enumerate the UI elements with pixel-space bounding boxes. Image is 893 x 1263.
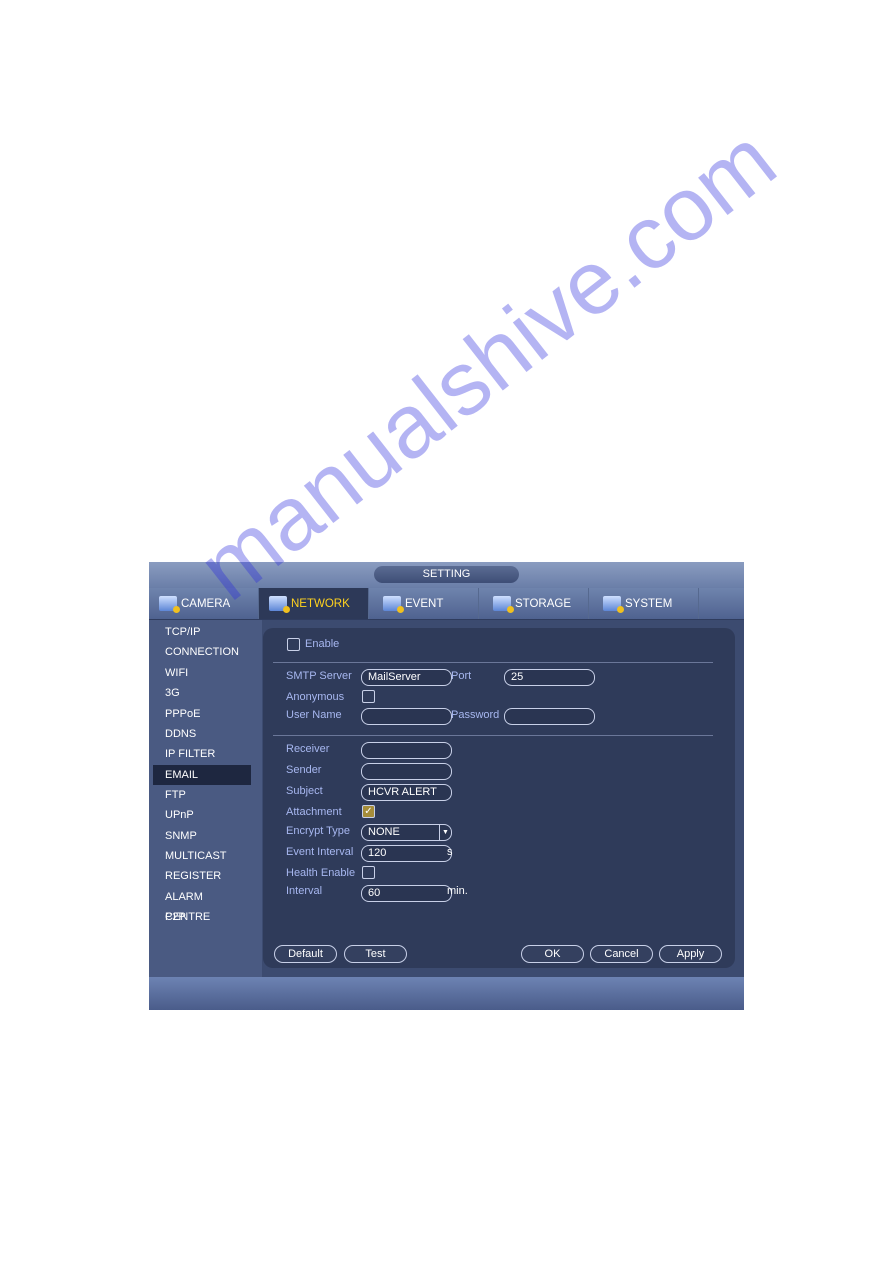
sidebar-item-connection[interactable]: CONNECTION: [153, 642, 251, 662]
checkmark-icon: ✓: [364, 806, 373, 817]
main-tabs: CAMERA NETWORK EVENT STORAGE SYSTEM: [149, 588, 744, 620]
tab-network[interactable]: NETWORK: [259, 588, 369, 619]
sidebar-item-email[interactable]: EMAIL: [153, 765, 251, 785]
setting-window: SETTING CAMERA NETWORK EVENT STORAGE SYS…: [149, 562, 744, 1010]
subject-input[interactable]: HCVR ALERT: [361, 784, 452, 801]
divider: [273, 735, 713, 736]
sidebar-item-pppoe[interactable]: PPPoE: [153, 704, 251, 724]
sidebar-item-register[interactable]: REGISTER: [153, 866, 251, 886]
anonymous-label: Anonymous: [286, 691, 345, 703]
smtp-server-label: SMTP Server: [286, 670, 352, 682]
interval-input[interactable]: 60: [361, 885, 452, 902]
apply-button[interactable]: Apply: [659, 945, 722, 963]
window-title: SETTING: [374, 566, 519, 583]
sidebar-item-multicast[interactable]: MULTICAST: [153, 846, 251, 866]
ok-button[interactable]: OK: [521, 945, 584, 963]
tab-label: SYSTEM: [625, 597, 673, 610]
footer-bar: [149, 977, 744, 1010]
sidebar-item-upnp[interactable]: UPnP: [153, 805, 251, 825]
tab-event[interactable]: EVENT: [369, 588, 479, 619]
event-icon: [383, 596, 404, 613]
sidebar-item-ddns[interactable]: DDNS: [153, 724, 251, 744]
anonymous-checkbox[interactable]: [362, 690, 375, 703]
sidebar-item-tcpip[interactable]: TCP/IP: [153, 622, 251, 642]
interval-unit: min.: [447, 885, 468, 897]
smtp-server-input[interactable]: MailServer: [361, 669, 452, 686]
sender-label: Sender: [286, 764, 322, 776]
system-icon: [603, 596, 624, 613]
tab-label: CAMERA: [181, 597, 231, 610]
receiver-label: Receiver: [286, 743, 330, 755]
health-enable-label: Health Enable: [286, 867, 356, 879]
attachment-label: Attachment: [286, 806, 342, 818]
sidebar-item-ip-filter[interactable]: IP FILTER: [153, 744, 251, 764]
cancel-button[interactable]: Cancel: [590, 945, 653, 963]
password-input[interactable]: [504, 708, 595, 725]
encrypt-type-select[interactable]: NONE ▼: [361, 824, 452, 841]
tab-label: EVENT: [405, 597, 444, 610]
enable-label: Enable: [305, 638, 340, 650]
encrypt-type-value: NONE: [368, 826, 400, 838]
tab-label: STORAGE: [515, 597, 572, 610]
port-input[interactable]: 25: [504, 669, 595, 686]
event-interval-unit: s: [447, 846, 453, 858]
title-bar: SETTING: [149, 562, 744, 588]
sidebar: TCP/IP CONNECTION WIFI 3G PPPoE DDNS IP …: [149, 620, 262, 977]
sidebar-item-3g[interactable]: 3G: [153, 683, 251, 703]
password-label: Password: [451, 709, 500, 721]
enable-checkbox[interactable]: [287, 638, 300, 651]
health-enable-checkbox[interactable]: [362, 866, 375, 879]
sidebar-item-alarm-centre[interactable]: ALARM CENTRE: [153, 887, 251, 923]
event-interval-label: Event Interval: [286, 846, 354, 858]
email-panel: Enable SMTP Server MailServer Port 25 An…: [263, 628, 735, 968]
default-button[interactable]: Default: [274, 945, 337, 963]
tab-system[interactable]: SYSTEM: [589, 588, 699, 619]
sidebar-item-ftp[interactable]: FTP: [153, 785, 251, 805]
user-name-label: User Name: [286, 709, 342, 721]
test-button[interactable]: Test: [344, 945, 407, 963]
interval-label: Interval: [286, 885, 323, 897]
watermark: manualshive.com: [180, 109, 795, 620]
sidebar-item-p2p[interactable]: P2P: [153, 907, 251, 927]
attachment-checkbox[interactable]: ✓: [362, 805, 375, 818]
tab-storage[interactable]: STORAGE: [479, 588, 589, 619]
sender-input[interactable]: [361, 763, 452, 780]
receiver-input[interactable]: [361, 742, 452, 759]
chevron-down-icon: ▼: [439, 825, 451, 840]
event-interval-input[interactable]: 120: [361, 845, 452, 862]
subject-label: Subject: [286, 785, 323, 797]
storage-icon: [493, 596, 514, 613]
sidebar-item-wifi[interactable]: WIFI: [153, 663, 251, 683]
camera-icon: [159, 596, 180, 613]
port-label: Port: [451, 670, 472, 682]
tab-camera[interactable]: CAMERA: [149, 588, 259, 619]
user-name-input[interactable]: [361, 708, 452, 725]
sidebar-item-snmp[interactable]: SNMP: [153, 826, 251, 846]
tab-label: NETWORK: [291, 597, 350, 610]
divider: [273, 662, 713, 663]
encrypt-type-label: Encrypt Type: [286, 825, 350, 837]
network-icon: [269, 596, 290, 613]
